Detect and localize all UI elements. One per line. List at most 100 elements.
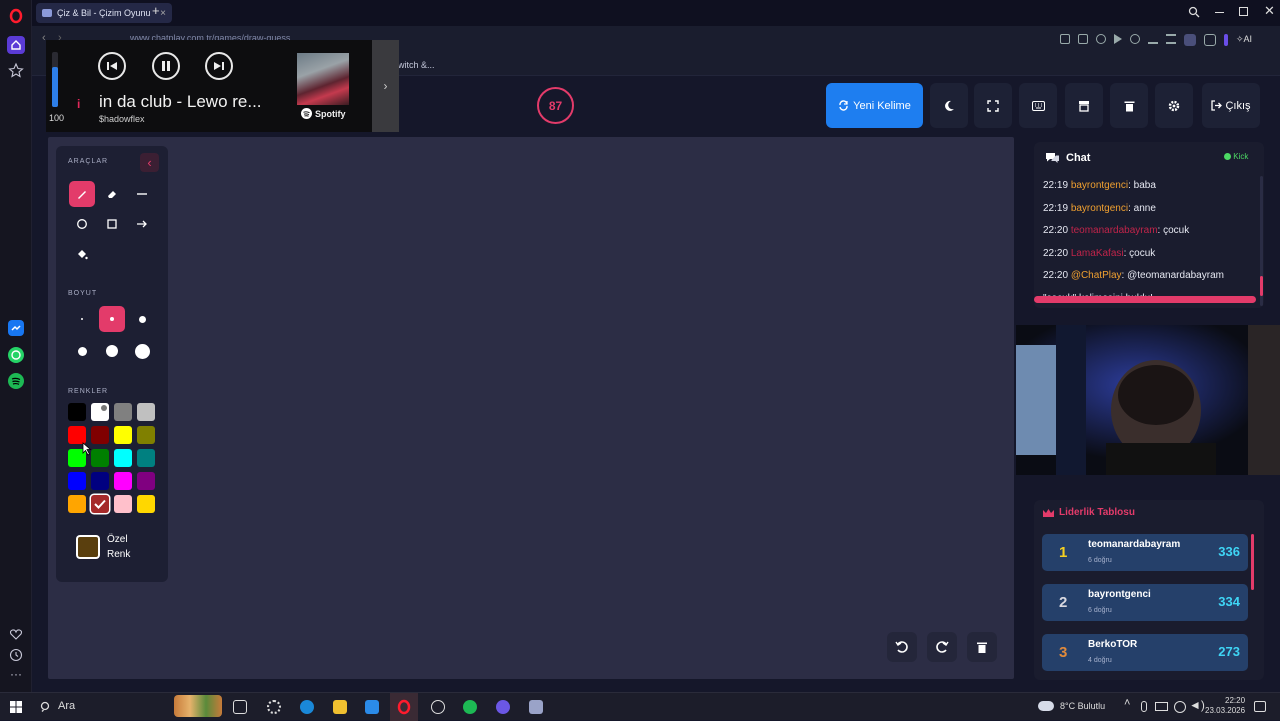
archive-button[interactable]	[1065, 83, 1103, 128]
expand-player-button[interactable]: ›	[372, 40, 399, 132]
color-swatch[interactable]	[91, 472, 109, 490]
redo-button[interactable]	[927, 632, 957, 662]
color-swatch[interactable]	[91, 426, 109, 444]
rectangle-tool[interactable]	[99, 211, 125, 237]
wifi-icon[interactable]	[1174, 701, 1186, 713]
next-track-button[interactable]	[205, 52, 233, 80]
clock[interactable]: 22:20 23.03.2026	[1205, 696, 1245, 716]
edit-icon[interactable]	[1060, 34, 1070, 44]
windows-start-icon[interactable]	[10, 701, 22, 713]
tab-close-icon[interactable]: ×	[160, 8, 166, 19]
search-tabs-icon[interactable]	[1188, 6, 1200, 18]
custom-color-button[interactable]	[76, 535, 100, 559]
color-swatch[interactable]	[91, 403, 109, 421]
discord-icon[interactable]	[496, 700, 510, 714]
color-swatch[interactable]	[137, 472, 155, 490]
color-swatch[interactable]	[137, 426, 155, 444]
drawing-canvas[interactable]	[48, 137, 1014, 679]
pause-button[interactable]	[152, 52, 180, 80]
logout-button[interactable]: Çıkış	[1202, 83, 1260, 128]
color-swatch[interactable]	[91, 449, 109, 467]
line-tool[interactable]	[129, 181, 155, 207]
chat-scrollbar-horizontal[interactable]	[1034, 296, 1256, 303]
circle-tool[interactable]	[69, 211, 95, 237]
clear-button[interactable]	[1110, 83, 1148, 128]
keyboard-button[interactable]	[1019, 83, 1057, 128]
color-swatch[interactable]	[114, 495, 132, 513]
file-explorer-icon[interactable]	[333, 700, 347, 714]
messenger-icon[interactable]	[8, 320, 24, 336]
whatsapp-icon[interactable]	[8, 347, 24, 363]
network-icon[interactable]	[1155, 702, 1168, 711]
size-option-5[interactable]	[99, 338, 125, 364]
notifications-icon[interactable]	[1254, 701, 1266, 712]
ai-icon[interactable]: ✧AI	[1236, 34, 1252, 46]
chat-message-user[interactable]: teomanardabayram	[1071, 225, 1158, 236]
info-icon[interactable]: i	[77, 97, 80, 111]
weather-text[interactable]: 8°C Bulutlu	[1060, 701, 1105, 711]
microphone-icon[interactable]	[1141, 701, 1147, 712]
undo-button[interactable]	[887, 632, 917, 662]
settings-button[interactable]	[1155, 83, 1193, 128]
heart-icon[interactable]	[8, 626, 24, 642]
color-swatch[interactable]	[137, 449, 155, 467]
color-swatch[interactable]	[137, 403, 155, 421]
bookmark-item[interactable]: witch &...	[398, 60, 435, 70]
heart-outline-icon[interactable]	[1130, 34, 1140, 44]
chat-message-user[interactable]: @ChatPlay	[1071, 270, 1122, 281]
color-swatch[interactable]	[114, 449, 132, 467]
search-icon[interactable]	[40, 701, 52, 713]
color-swatch[interactable]	[137, 495, 155, 513]
color-swatch[interactable]	[91, 495, 109, 513]
menu-icon[interactable]	[1166, 34, 1176, 44]
edge-icon[interactable]	[300, 700, 314, 714]
size-option-6[interactable]	[129, 338, 155, 364]
color-swatch[interactable]	[114, 472, 132, 490]
dark-mode-button[interactable]	[930, 83, 968, 128]
camera-icon[interactable]	[1078, 34, 1088, 44]
spotify-sidebar-icon[interactable]	[8, 373, 24, 389]
opera-logo-icon[interactable]	[8, 8, 24, 24]
taskbar-search-box[interactable]: Ara	[58, 700, 75, 712]
chat-message-user[interactable]: bayrontgenci	[1071, 203, 1128, 214]
task-view-icon[interactable]	[233, 700, 247, 714]
color-swatch[interactable]	[68, 495, 86, 513]
tray-overflow-icon[interactable]: ˄	[1124, 697, 1130, 709]
star-icon[interactable]	[8, 62, 24, 78]
size-option-1[interactable]	[69, 306, 95, 332]
size-option-2[interactable]	[99, 306, 125, 332]
chat-scroll-thumb[interactable]	[1260, 276, 1263, 296]
volume-icon[interactable]: ◄)	[1189, 698, 1205, 712]
brush-tool[interactable]	[69, 181, 95, 207]
mail-icon[interactable]	[365, 700, 379, 714]
extensions-icon[interactable]	[1204, 34, 1216, 46]
copilot-icon[interactable]	[267, 700, 281, 714]
size-option-3[interactable]	[129, 306, 155, 332]
eraser-tool[interactable]	[99, 181, 125, 207]
chat-scroll-track[interactable]	[1260, 176, 1263, 306]
size-option-4[interactable]	[69, 338, 95, 364]
history-icon[interactable]	[8, 647, 24, 663]
restore-icon[interactable]	[1239, 7, 1248, 16]
close-window-icon[interactable]: ✕	[1264, 3, 1275, 19]
home-icon[interactable]	[7, 36, 25, 54]
fill-tool[interactable]	[69, 241, 95, 267]
collapse-panel-button[interactable]: ‹	[140, 153, 159, 172]
app-icon[interactable]	[529, 700, 543, 714]
more-icon[interactable]: ···	[8, 668, 24, 685]
new-word-button[interactable]: Yeni Kelime	[826, 83, 923, 128]
chat-message-user[interactable]: bayrontgenci	[1071, 180, 1128, 191]
arrow-tool[interactable]	[129, 211, 155, 237]
color-swatch[interactable]	[114, 426, 132, 444]
opera-taskbar-active[interactable]	[390, 693, 418, 721]
color-swatch[interactable]	[68, 403, 86, 421]
profile-icon[interactable]	[1184, 34, 1196, 46]
download-icon[interactable]	[1148, 34, 1158, 44]
clear-canvas-button[interactable]	[967, 632, 997, 662]
volume-slider[interactable]	[52, 52, 58, 107]
widget-image[interactable]	[174, 695, 222, 717]
spotify-taskbar-icon[interactable]	[463, 700, 477, 714]
shield-icon[interactable]	[1096, 34, 1106, 44]
play-icon[interactable]	[1114, 34, 1122, 44]
new-tab-button[interactable]: +	[152, 3, 160, 18]
